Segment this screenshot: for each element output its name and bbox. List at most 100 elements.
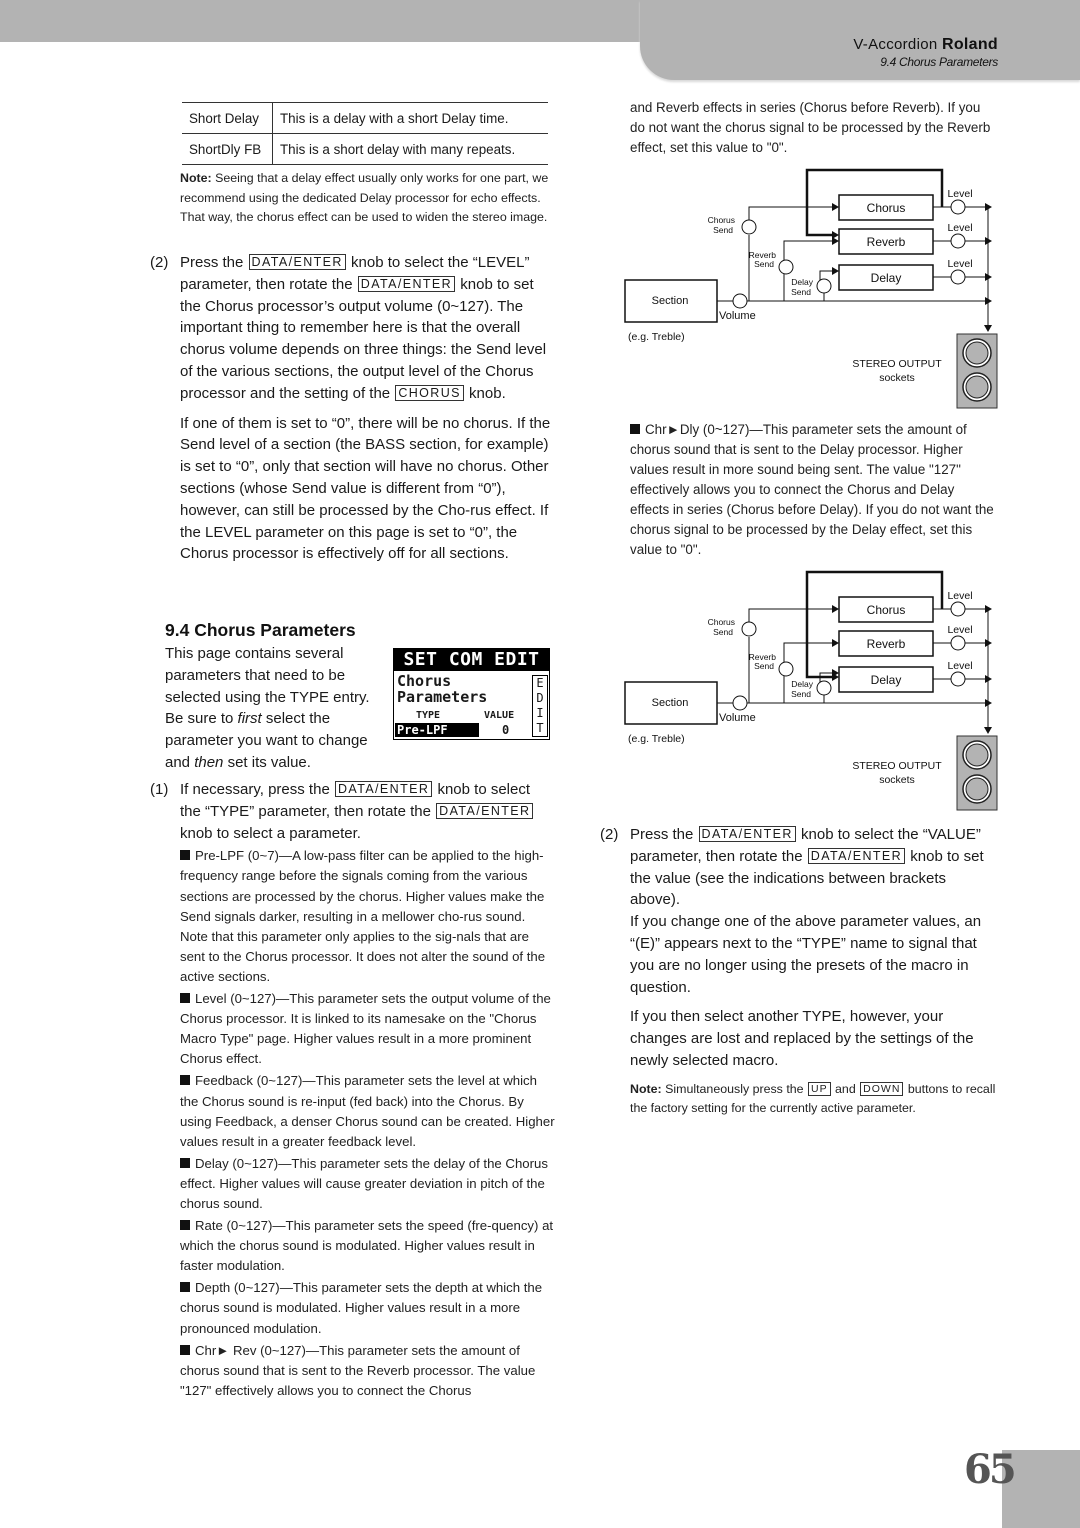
section-intro: This page contains several parameters th…: [165, 645, 370, 771]
chorus-level-label: Level: [947, 590, 972, 602]
data-enter-key: DATA/ENTER: [334, 781, 433, 797]
note-label: Note:: [180, 171, 212, 185]
type-name: Short Delay: [182, 102, 273, 134]
reverb-level-label: Level: [947, 222, 972, 234]
param-pre-lpf: Pre-LPF (0~7)—A low-pass filter can be a…: [180, 848, 546, 984]
bullet-square-icon: [180, 1344, 190, 1355]
step-number: (2): [150, 254, 169, 271]
volume-label: Volume: [719, 310, 756, 322]
chorus-key: CHORUS: [395, 384, 464, 401]
param-level: Level (0~127)—This parameter sets the ou…: [180, 991, 551, 1067]
note-text: Seeing that a delay effect usually only …: [180, 171, 549, 224]
step-paragraph: If one of them is set to “0”, there will…: [180, 414, 551, 563]
arrow-icon: [984, 325, 992, 332]
reverb-send-label: Send: [754, 661, 774, 671]
reverb-level-knob-icon: [950, 635, 966, 651]
delay-label: Delay: [871, 271, 902, 285]
chorus-label: Chorus: [867, 201, 906, 215]
output-socket-icon: [965, 341, 989, 365]
step-text: Press the DATA/ENTER knob to select the …: [630, 826, 984, 909]
up-key: UP: [808, 1081, 831, 1096]
chorus-label: Chorus: [867, 603, 906, 617]
lcd-type-label: TYPE: [416, 710, 441, 721]
down-key: DOWN: [860, 1081, 904, 1096]
reverb-level-knob-icon: [950, 233, 966, 249]
data-enter-key: DATA/ENTER: [807, 847, 906, 864]
delay-send-knob-icon: [816, 680, 832, 696]
reverb-level-label: Level: [947, 624, 972, 636]
chorus-to-delay-path: [805, 570, 944, 679]
lcd-value: 0: [502, 723, 510, 737]
delay-send-knob-icon: [816, 278, 832, 294]
data-enter-key: DATA/ENTER: [357, 275, 456, 292]
arrow-icon: [832, 605, 839, 613]
reverb-label: Reverb: [867, 637, 906, 651]
param-delay: Delay (0~127)—This parameter sets the de…: [180, 1155, 548, 1211]
step-number: (2): [600, 826, 619, 843]
output-socket-icon: [965, 375, 989, 399]
signal-line: [748, 608, 832, 622]
product-name: V-Accordion: [853, 36, 938, 53]
signal-flow-diagram-reverb: Chorus Reverb Delay Section (e.g. Treble) Vol…: [624, 168, 998, 409]
arrow-icon: [832, 639, 839, 647]
table-row: ShortDly FB This is a short delay with m…: [182, 133, 548, 165]
brand: V-Accordion Roland: [853, 36, 998, 54]
reverb-label: Reverb: [867, 235, 906, 249]
lcd-value-label: VALUE: [484, 710, 515, 721]
signal-line: [819, 270, 832, 280]
page-number: 65: [964, 1446, 1017, 1493]
bullet-square-icon: [180, 1157, 190, 1168]
data-enter-key: DATA/ENTER: [436, 802, 534, 819]
signal-line: [748, 206, 832, 220]
stereo-output-label: STEREO OUTPUT: [852, 760, 942, 772]
section-title: 9.4 Chorus Parameters: [165, 620, 356, 640]
signal-flow-diagram-delay: Chorus Reverb Delay Section (e.g. Treble) Vol…: [624, 570, 998, 811]
output-socket-icon: [965, 743, 989, 767]
lcd-edit-indicator: EDIT: [532, 675, 548, 737]
bullet-square-icon: [180, 1075, 190, 1086]
step-number: (1): [150, 781, 169, 798]
chr-rev-continued: and Reverb effects in series (Chorus bef…: [630, 100, 991, 155]
step-paragraph: If you change one of the above parameter…: [630, 913, 982, 996]
delay-send-label: Send: [791, 287, 811, 297]
lcd-type-value: Pre-LPF: [395, 723, 479, 737]
reverb-send-label: Send: [754, 259, 774, 269]
table-row: Short Delay This is a delay with a short…: [182, 102, 548, 134]
parameter-list: Pre-LPF (0~7)—A low-pass filter can be a…: [180, 846, 555, 1401]
step-paragraph: If you then select another TYPE, however…: [630, 1008, 974, 1069]
param-feedback: Feedback (0~127)—This parameter sets the…: [180, 1073, 555, 1149]
bullet-square-icon: [630, 424, 640, 434]
chorus-send-knob-icon: [741, 219, 757, 235]
section-label: Section: [652, 697, 689, 709]
arrow-icon: [832, 267, 839, 275]
arrow-icon: [832, 203, 839, 211]
lcd-header: SET COM EDIT: [394, 649, 549, 671]
param-rate: Rate (0~127)—This parameter sets the spe…: [180, 1218, 554, 1274]
chorus-send-label: Chorus: [708, 617, 735, 627]
bullet-square-icon: [180, 850, 190, 861]
chorus-send-label: Send: [713, 627, 733, 637]
chorus-send-knob-icon: [741, 621, 757, 637]
stereo-output-label: STEREO OUTPUT: [852, 358, 942, 370]
note-delay: Note: Seeing that a delay effect usually…: [180, 169, 550, 228]
arrow-icon: [984, 727, 992, 734]
section-label: Section: [652, 295, 689, 307]
type-desc: This is a short delay with many repeats.: [272, 133, 548, 165]
param-chr-rev: Chr► Rev (0~127)—This parameter sets the…: [180, 1342, 536, 1398]
note-factory-reset: Note: Simultaneously press the UP and DO…: [630, 1081, 996, 1116]
data-enter-key: DATA/ENTER: [248, 254, 346, 270]
type-table: Short Delay This is a delay with a short…: [182, 102, 548, 165]
signal-line: [783, 240, 832, 260]
arrow-icon: [832, 231, 839, 239]
chorus-level-knob-icon: [950, 601, 966, 617]
volume-label: Volume: [719, 712, 756, 724]
stereo-output-label: sockets: [879, 372, 915, 384]
delay-level-label: Level: [947, 660, 972, 672]
param-chr-dly: Chr►Dly (0~127)—This parameter sets the …: [630, 422, 994, 557]
example-label: (e.g. Treble): [628, 733, 685, 745]
chorus-level-label: Level: [947, 188, 972, 200]
type-desc: This is a delay with a short Delay time.: [272, 102, 548, 134]
volume-knob-icon: [732, 695, 748, 711]
delay-send-label: Delay: [791, 679, 813, 689]
delay-label: Delay: [871, 673, 902, 687]
